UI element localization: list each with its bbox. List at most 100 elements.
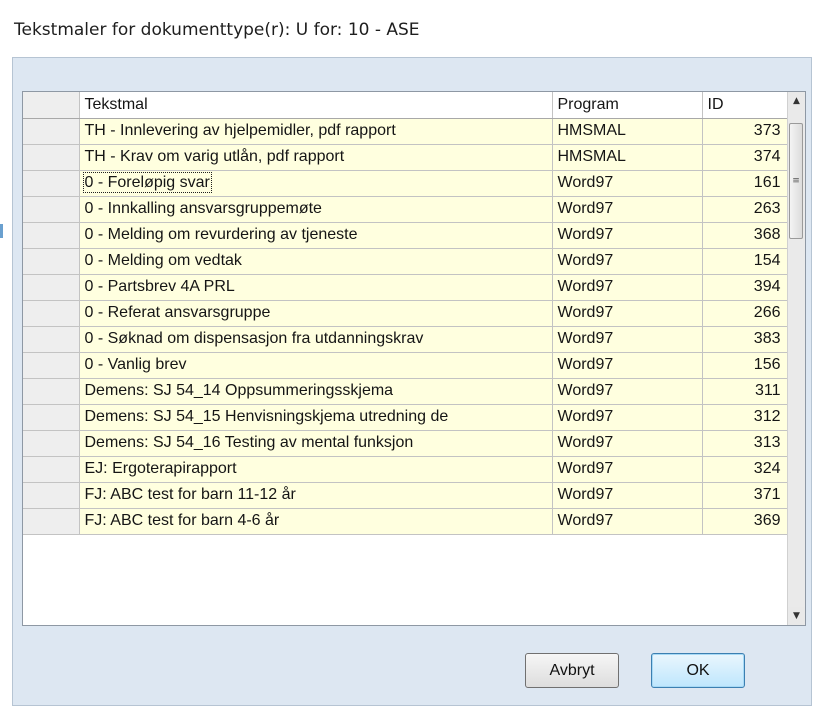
cell-program[interactable]: HMSMAL <box>552 118 703 145</box>
cell-id[interactable]: 263 <box>702 196 789 223</box>
cell-tekstmal[interactable]: 0 - Vanlig brev <box>79 352 553 379</box>
cell-tekstmal-text: 0 - Partsbrev 4A PRL <box>84 278 235 295</box>
cell-tekstmal-text: Demens: SJ 54_16 Testing av mental funks… <box>84 434 414 451</box>
row-header-cell[interactable] <box>23 352 80 379</box>
ok-button[interactable]: OK <box>651 653 745 688</box>
cell-tekstmal[interactable]: 0 - Melding om revurdering av tjeneste <box>79 222 553 249</box>
cell-program[interactable]: Word97 <box>552 274 703 301</box>
cell-tekstmal[interactable]: Demens: SJ 54_16 Testing av mental funks… <box>79 430 553 457</box>
cell-program[interactable]: Word97 <box>552 456 703 483</box>
row-header-cell[interactable] <box>23 508 80 535</box>
row-header-cell[interactable] <box>23 248 80 275</box>
row-header-cell[interactable] <box>23 456 80 483</box>
table-row[interactable]: 0 - Foreløpig svar Word97 161 <box>23 170 789 197</box>
cell-id[interactable]: 383 <box>702 326 789 353</box>
window-edge-accent <box>0 224 3 238</box>
cell-program[interactable]: Word97 <box>552 482 703 509</box>
cell-program[interactable]: Word97 <box>552 196 703 223</box>
cell-tekstmal[interactable]: 0 - Innkalling ansvarsgruppemøte <box>79 196 553 223</box>
cell-tekstmal[interactable]: 0 - Søknad om dispensasjon fra utdanning… <box>79 326 553 353</box>
column-header-id[interactable]: ID <box>702 92 789 119</box>
table-row[interactable]: FJ: ABC test for barn 11-12 år Word97 371 <box>23 482 789 509</box>
cancel-button[interactable]: Avbryt <box>525 653 619 688</box>
table-row[interactable]: 0 - Melding om vedtak Word97 154 <box>23 248 789 275</box>
cell-program[interactable]: Word97 <box>552 352 703 379</box>
cell-tekstmal-text: 0 - Innkalling ansvarsgruppemøte <box>84 200 322 217</box>
cell-id[interactable]: 368 <box>702 222 789 249</box>
cell-id[interactable]: 154 <box>702 248 789 275</box>
cell-id[interactable]: 373 <box>702 118 789 145</box>
table-row[interactable]: TH - Innlevering av hjelpemidler, pdf ra… <box>23 118 789 145</box>
row-header-cell[interactable] <box>23 404 80 431</box>
row-header-cell[interactable] <box>23 300 80 327</box>
cell-program[interactable]: Word97 <box>552 326 703 353</box>
row-header-cell[interactable] <box>23 118 80 145</box>
cell-id[interactable]: 311 <box>702 378 789 405</box>
cell-id[interactable]: 266 <box>702 300 789 327</box>
cell-tekstmal[interactable]: Demens: SJ 54_14 Oppsummeringsskjema <box>79 378 553 405</box>
cell-program[interactable]: Word97 <box>552 170 703 197</box>
cell-tekstmal[interactable]: 0 - Partsbrev 4A PRL <box>79 274 553 301</box>
row-header-cell[interactable] <box>23 222 80 249</box>
cell-tekstmal[interactable]: 0 - Foreløpig svar <box>79 170 553 197</box>
scroll-down-arrow-icon[interactable]: ▼ <box>788 607 805 625</box>
row-header-cell[interactable] <box>23 274 80 301</box>
cell-tekstmal-text: 0 - Referat ansvarsgruppe <box>84 304 271 321</box>
cell-tekstmal-text: TH - Innlevering av hjelpemidler, pdf ra… <box>84 122 396 139</box>
cell-tekstmal[interactable]: TH - Innlevering av hjelpemidler, pdf ra… <box>79 118 553 145</box>
row-header-cell[interactable] <box>23 170 80 197</box>
cell-id[interactable]: 161 <box>702 170 789 197</box>
cell-tekstmal[interactable]: EJ: Ergoterapirapport <box>79 456 553 483</box>
cell-program[interactable]: Word97 <box>552 378 703 405</box>
cell-tekstmal-text: EJ: Ergoterapirapport <box>84 460 237 477</box>
table-row[interactable]: Demens: SJ 54_14 Oppsummeringsskjema Word… <box>23 378 789 405</box>
column-header-tekstmal[interactable]: Tekstmal <box>79 92 553 119</box>
table-row[interactable]: 0 - Melding om revurdering av tjeneste Wo… <box>23 222 789 249</box>
cell-tekstmal[interactable]: Demens: SJ 54_15 Henvisningskjema utredn… <box>79 404 553 431</box>
template-grid[interactable]: Tekstmal Program ID TH - Innlevering av … <box>22 91 806 626</box>
table-row[interactable]: 0 - Vanlig brev Word97 156 <box>23 352 789 379</box>
table-row[interactable]: EJ: Ergoterapirapport Word97 324 <box>23 456 789 483</box>
table-row[interactable]: 0 - Partsbrev 4A PRL Word97 394 <box>23 274 789 301</box>
table-row[interactable]: Demens: SJ 54_15 Henvisningskjema utredn… <box>23 404 789 431</box>
cell-program[interactable]: HMSMAL <box>552 144 703 171</box>
cell-tekstmal[interactable]: FJ: ABC test for barn 4-6 år <box>79 508 553 535</box>
scroll-up-arrow-icon[interactable]: ▲ <box>788 92 805 110</box>
cell-tekstmal[interactable]: TH - Krav om varig utlån, pdf rapport <box>79 144 553 171</box>
table-row[interactable]: 0 - Referat ansvarsgruppe Word97 266 <box>23 300 789 327</box>
cell-tekstmal-text: FJ: ABC test for barn 11-12 år <box>84 486 296 503</box>
cell-id[interactable]: 394 <box>702 274 789 301</box>
cell-tekstmal[interactable]: 0 - Referat ansvarsgruppe <box>79 300 553 327</box>
cell-tekstmal-text: 0 - Søknad om dispensasjon fra utdanning… <box>84 330 424 347</box>
row-header-cell[interactable] <box>23 326 80 353</box>
cell-program[interactable]: Word97 <box>552 430 703 457</box>
table-row[interactable]: FJ: ABC test for barn 4-6 år Word97 369 <box>23 508 789 535</box>
cell-program[interactable]: Word97 <box>552 248 703 275</box>
cell-program[interactable]: Word97 <box>552 404 703 431</box>
row-header-cell[interactable] <box>23 378 80 405</box>
table-row[interactable]: 0 - Søknad om dispensasjon fra utdanning… <box>23 326 789 353</box>
cell-id[interactable]: 371 <box>702 482 789 509</box>
vertical-scrollbar[interactable]: ▲ ≡ ▼ <box>787 92 805 625</box>
cell-id[interactable]: 369 <box>702 508 789 535</box>
row-header-cell[interactable] <box>23 144 80 171</box>
column-header-program[interactable]: Program <box>552 92 703 119</box>
cell-id[interactable]: 156 <box>702 352 789 379</box>
cell-program[interactable]: Word97 <box>552 300 703 327</box>
cell-id[interactable]: 374 <box>702 144 789 171</box>
table-row[interactable]: TH - Krav om varig utlån, pdf rapport HMS… <box>23 144 789 171</box>
cell-tekstmal[interactable]: 0 - Melding om vedtak <box>79 248 553 275</box>
cell-tekstmal[interactable]: FJ: ABC test for barn 11-12 år <box>79 482 553 509</box>
scrollbar-thumb[interactable]: ≡ <box>789 123 803 239</box>
table-row[interactable]: Demens: SJ 54_16 Testing av mental funks… <box>23 430 789 457</box>
table-row[interactable]: 0 - Innkalling ansvarsgruppemøte Word97 26… <box>23 196 789 223</box>
cell-id[interactable]: 324 <box>702 456 789 483</box>
row-header-cell[interactable] <box>23 482 80 509</box>
cell-program[interactable]: Word97 <box>552 508 703 535</box>
cell-id[interactable]: 313 <box>702 430 789 457</box>
cell-program[interactable]: Word97 <box>552 222 703 249</box>
row-header-cell[interactable] <box>23 430 80 457</box>
row-header-corner[interactable] <box>23 92 80 119</box>
row-header-cell[interactable] <box>23 196 80 223</box>
cell-id[interactable]: 312 <box>702 404 789 431</box>
